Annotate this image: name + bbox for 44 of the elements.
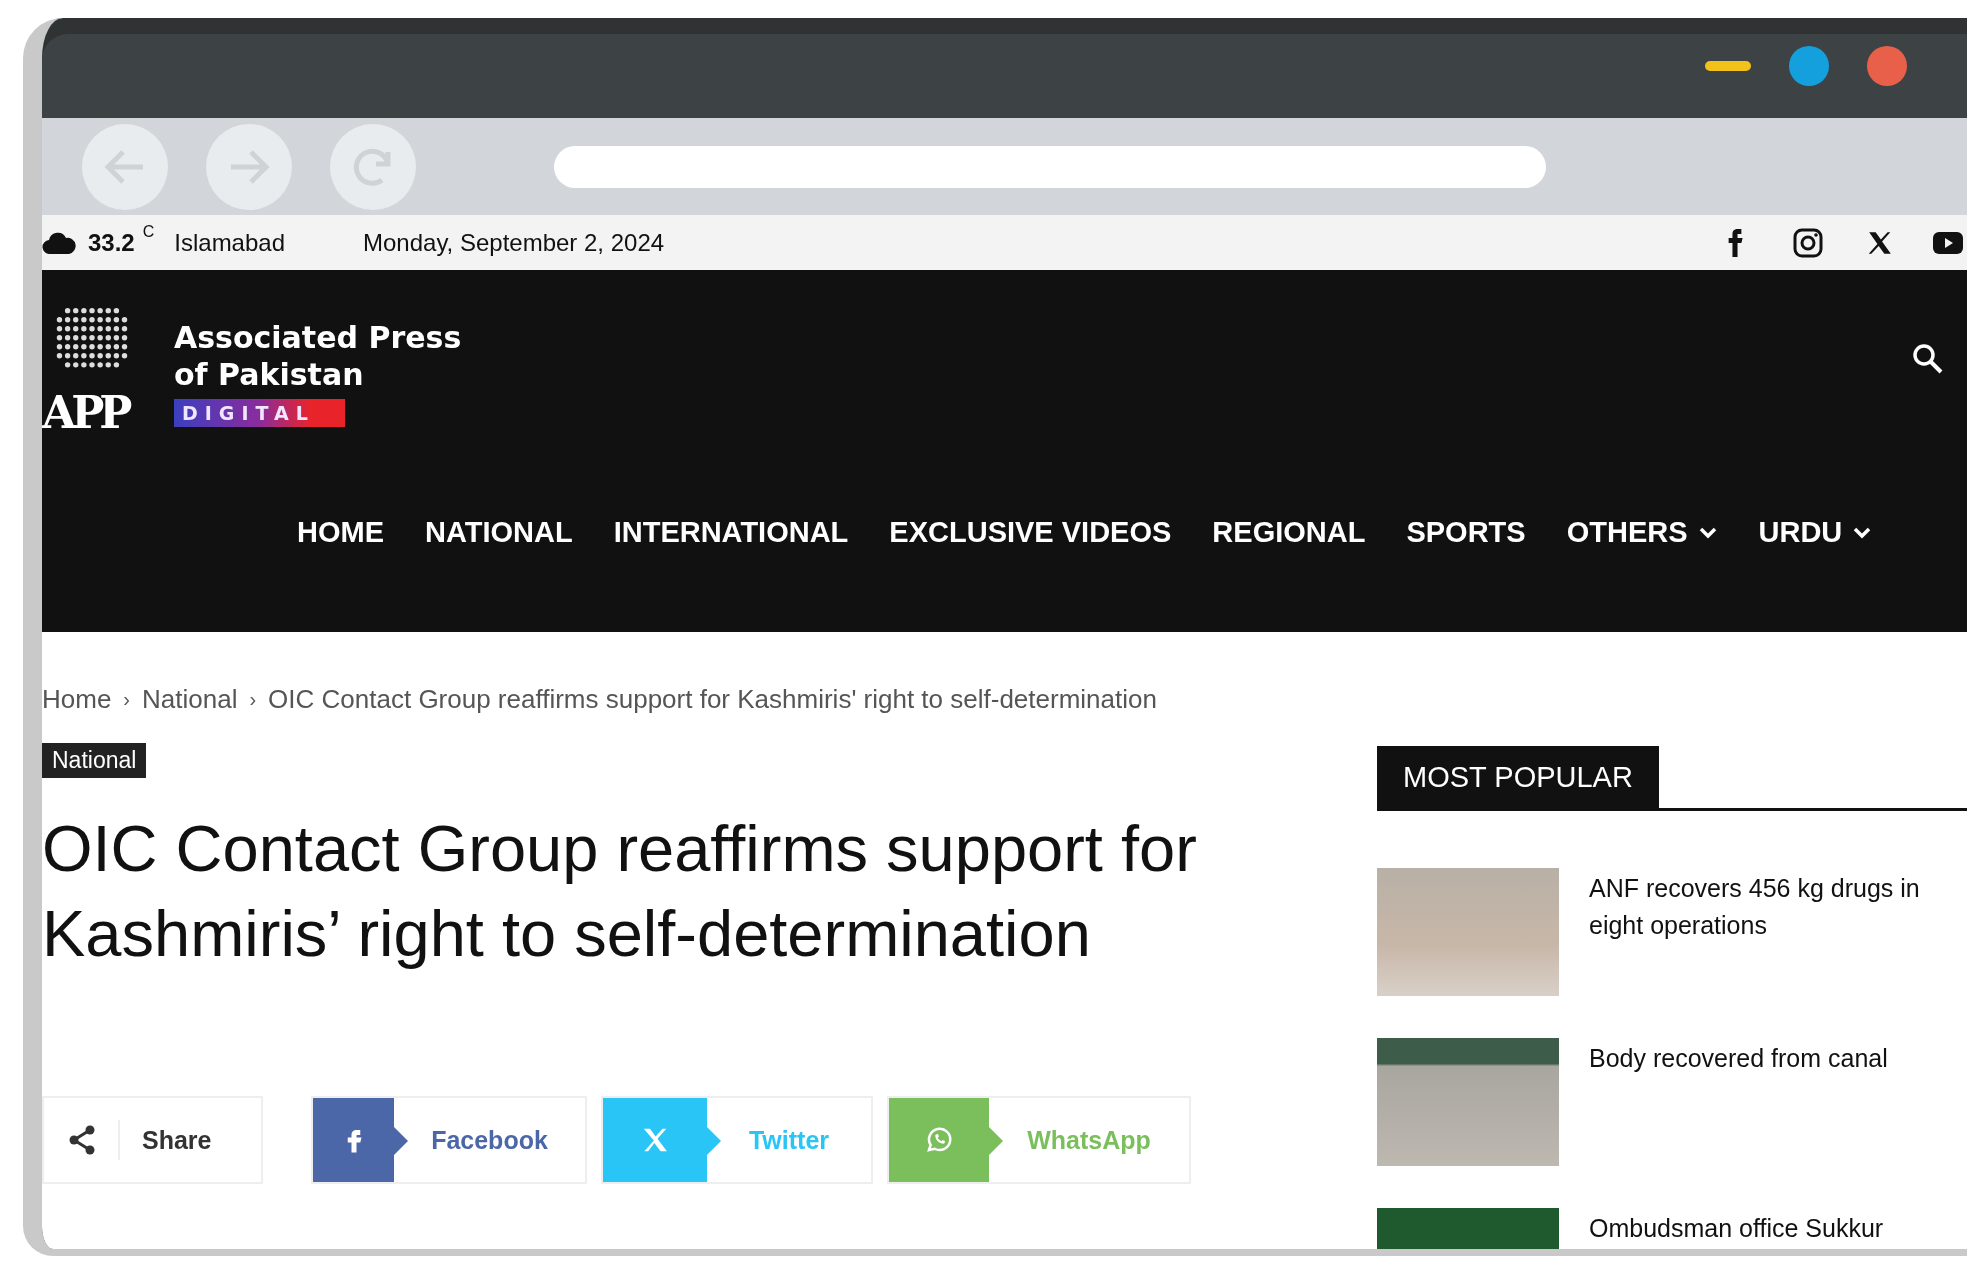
section-title: MOST POPULAR (1377, 746, 1659, 808)
nav-link[interactable]: OTHERS (1566, 516, 1718, 549)
instagram-icon[interactable] (1793, 227, 1823, 258)
maximize-icon (1789, 46, 1829, 86)
temperature: 33.2 (88, 228, 135, 257)
article-link[interactable]: Body recovered from canal (1589, 1040, 1959, 1166)
temperature-unit: C (142, 223, 155, 241)
category-tag[interactable]: National (42, 743, 147, 778)
pointer-notch (989, 1127, 1003, 1155)
logo-subtitle: of Pakistan (174, 356, 365, 393)
breadcrumb-separator: › (249, 688, 257, 711)
cloud-icon (42, 231, 76, 254)
search-icon[interactable] (1912, 343, 1944, 375)
pointer-notch (707, 1127, 721, 1155)
share-icon (68, 1125, 96, 1155)
city-name: Islamabad (174, 228, 285, 257)
breadcrumb-link[interactable]: National (142, 684, 238, 715)
nav-link[interactable]: NATIONAL (425, 516, 573, 549)
minimize-icon (1705, 61, 1751, 71)
breadcrumb-link[interactable]: Home (42, 684, 112, 715)
close-icon (1867, 46, 1907, 86)
nav-link[interactable]: SPORTS (1406, 516, 1526, 549)
facebook-icon[interactable] (1727, 228, 1743, 257)
youtube-icon[interactable] (1933, 231, 1963, 254)
article-link[interactable]: Ombudsman office Sukkur (1589, 1210, 1959, 1249)
pointer-notch (394, 1127, 408, 1155)
nav-link[interactable]: EXCLUSIVE VIDEOS (889, 516, 1172, 549)
breadcrumb-link[interactable]: OIC Contact Group reaffirms support for Kashmiris' right to self-determination (268, 684, 1157, 715)
nav-link[interactable]: INTERNATIONAL (613, 516, 849, 549)
chevron-down-icon (1852, 525, 1873, 540)
share-button[interactable]: Facebook (311, 1096, 587, 1184)
article-headline: OIC Contact Group reaffirms support for Kashmiris’ right to self-determination (42, 811, 1198, 972)
date-text: Monday, September 2, 2024 (363, 228, 665, 257)
x-icon[interactable] (1867, 229, 1893, 256)
logo-mark: APP (42, 386, 129, 440)
whatsapp-icon (924, 1125, 954, 1155)
nav-link[interactable]: URDU (1758, 516, 1873, 549)
logo-title: Associated Press (174, 319, 462, 356)
share-label: Share (118, 1120, 212, 1160)
article-link[interactable]: ANF recovers 456 kg drugs in eight operations (1589, 870, 1959, 996)
chevron-down-icon (1697, 525, 1718, 540)
nav-link[interactable]: REGIONAL (1212, 516, 1366, 549)
nav-link[interactable]: HOME (297, 516, 384, 549)
breadcrumb-separator: › (123, 688, 131, 711)
